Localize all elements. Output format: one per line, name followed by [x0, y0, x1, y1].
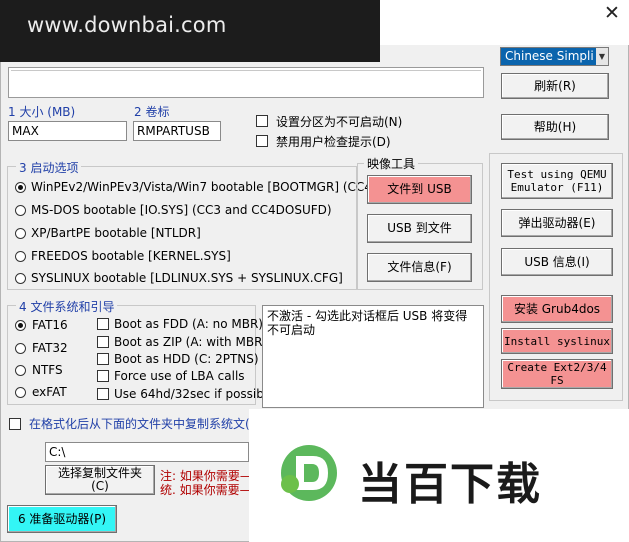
fs-check-label: Boot as FDD (A: no MBR) [114, 317, 263, 331]
watermark-banner: www.downbai.com [0, 0, 380, 62]
boot-option-label: MS-DOS bootable [IO.SYS] (CC3 and CC4DOS… [31, 203, 332, 217]
fs-check-label: Use 64hd/32sec if possible [114, 387, 275, 401]
test-qemu-line2: Emulator (F11) [510, 181, 604, 194]
select-copy-folder-line2: (C) [91, 479, 109, 493]
status-textbox: 不激活 - 勾选此对话框后 USB 将变得不可启动 [262, 305, 484, 408]
boot-option-label: WinPEv2/WinPEv3/Vista/Win7 bootable [BOO… [31, 180, 377, 194]
volume-label: 2 卷标 [134, 105, 170, 119]
note-text-line2: 统. 如果你需要— [160, 483, 252, 497]
disable-user-check-label: 禁用用户检查提示(D) [276, 135, 391, 149]
disable-user-check-checkbox[interactable] [256, 135, 268, 147]
close-icon[interactable]: ✕ [599, 2, 625, 26]
file-info-button[interactable]: 文件信息(F) [367, 253, 472, 282]
size-input[interactable]: MAX [8, 121, 127, 141]
boot-zip-checkbox[interactable] [97, 336, 109, 348]
fs-radio-fat16[interactable] [15, 320, 26, 331]
boot-option-label: FREEDOS bootable [KERNEL.SYS] [31, 249, 231, 263]
boot-radio-syslinux[interactable] [15, 273, 26, 284]
test-qemu-button[interactable]: Test using QEMU Emulator (F11) [501, 163, 613, 199]
device-select[interactable] [8, 67, 484, 98]
select-copy-folder-button[interactable]: 选择复制文件夹 (C) [45, 465, 155, 495]
prepare-drive-button[interactable]: 6 准备驱动器(P) [7, 505, 117, 533]
install-syslinux-button[interactable]: Install syslinux [501, 328, 613, 354]
watermark-text: www.downbai.com [27, 13, 227, 37]
create-ext-fs-button[interactable]: Create Ext2/3/4 FS [501, 359, 613, 389]
fs-check-label: Boot as ZIP (A: with MBR) [114, 335, 268, 349]
file-to-usb-button[interactable]: 文件到 USB [367, 175, 472, 204]
folder-path-input[interactable]: C:\ [45, 442, 249, 462]
boot-fdd-checkbox[interactable] [97, 318, 109, 330]
fs-radio-ntfs[interactable] [15, 365, 26, 376]
filesystem-title: 4 文件系统和引导 [16, 298, 118, 315]
fs-option-label: FAT16 [32, 318, 68, 332]
use-64hd-checkbox[interactable] [97, 388, 109, 400]
usb-to-file-button[interactable]: USB 到文件 [367, 214, 472, 243]
language-select-value: Chinese Simpli [505, 49, 594, 63]
help-button[interactable]: 帮助(H) [501, 114, 609, 140]
boot-options-title: 3 启动选项 [16, 159, 82, 176]
boot-radio-ntldr[interactable] [15, 228, 26, 239]
boot-radio-bootmgr[interactable] [15, 182, 26, 193]
unbootable-checkbox[interactable] [256, 115, 268, 127]
downbai-logo-icon [281, 445, 337, 501]
install-grub4dos-button[interactable]: 安装 Grub4dos [501, 295, 613, 323]
copy-after-format-label: 在格式化后从下面的文件夹中复制系统文( [29, 417, 250, 431]
fs-option-label: exFAT [32, 385, 67, 399]
image-tools-title: 映像工具 [364, 155, 419, 172]
test-qemu-line1: Test using QEMU [507, 168, 607, 181]
create-ext-line1: Create Ext2/3/4 [507, 361, 607, 374]
fs-radio-exfat[interactable] [15, 387, 26, 398]
boot-option-label: SYSLINUX bootable [LDLINUX.SYS + SYSLINU… [31, 271, 343, 285]
unbootable-label: 设置分区为不可启动(N) [276, 115, 403, 129]
fs-option-label: FAT32 [32, 341, 68, 355]
boot-radio-iosys[interactable] [15, 205, 26, 216]
copy-after-format-checkbox[interactable] [9, 418, 21, 430]
volume-input[interactable]: RMPARTUSB [133, 121, 221, 141]
device-select-inner [11, 70, 481, 73]
create-ext-line2: FS [550, 374, 564, 387]
size-label: 1 大小 (MB) [8, 105, 76, 119]
fs-check-label: Force use of LBA calls [114, 369, 245, 383]
eject-button[interactable]: 弹出驱动器(E) [501, 209, 613, 237]
fs-radio-fat32[interactable] [15, 343, 26, 354]
boot-hdd-checkbox[interactable] [97, 353, 109, 365]
force-lba-checkbox[interactable] [97, 370, 109, 382]
fs-option-label: NTFS [32, 363, 63, 377]
boot-option-label: XP/BartPE bootable [NTLDR] [31, 226, 201, 240]
usb-info-button[interactable]: USB 信息(I) [501, 248, 613, 276]
chevron-down-icon[interactable]: ▼ [596, 48, 608, 65]
refresh-button[interactable]: 刷新(R) [501, 73, 609, 99]
watermark-logo-text: 当百下载 [358, 459, 542, 510]
language-select[interactable]: Chinese Simpli ▼ [500, 47, 609, 66]
boot-radio-freedos[interactable] [15, 251, 26, 262]
fs-check-label: Boot as HDD (C: 2PTNS) [114, 352, 259, 366]
